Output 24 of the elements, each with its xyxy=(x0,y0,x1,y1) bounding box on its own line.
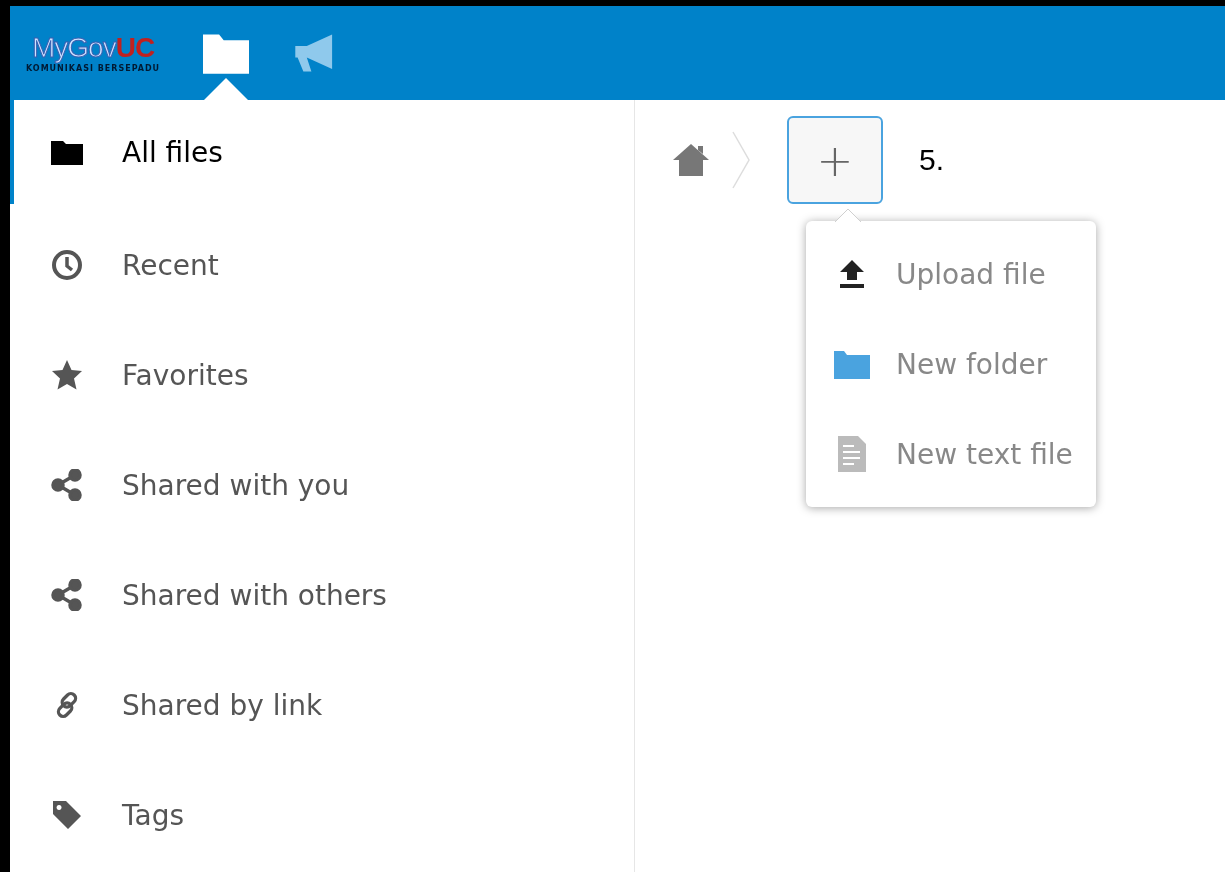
sidebar-item[interactable]: Shared by link xyxy=(10,650,634,760)
sidebar-item[interactable]: All files xyxy=(10,100,634,204)
folder-icon xyxy=(50,139,84,165)
breadcrumb-separator-icon xyxy=(731,130,751,190)
share-icon xyxy=(50,469,84,501)
new-button[interactable]: + xyxy=(787,116,883,204)
tag-icon xyxy=(50,799,84,831)
sidebar-item[interactable]: Tags xyxy=(10,760,634,870)
clock-icon xyxy=(50,249,84,281)
sidebar-item[interactable]: Favorites xyxy=(10,320,634,430)
selected-indicator xyxy=(204,78,249,100)
sidebar-item[interactable]: Shared with you xyxy=(10,430,634,540)
sidebar-item[interactable]: Recent xyxy=(10,210,634,320)
folder-icon xyxy=(834,348,870,380)
folder-icon xyxy=(203,32,250,74)
step-annotation: 5. xyxy=(919,143,945,177)
menu-item[interactable]: New text file xyxy=(806,409,1096,499)
share-icon xyxy=(50,579,84,611)
home-icon[interactable] xyxy=(671,142,711,178)
logo: MyGovUC KOMUNIKASI BERSEPADU xyxy=(26,33,161,73)
menu-item[interactable]: Upload file xyxy=(806,229,1096,319)
star-icon xyxy=(50,359,84,391)
sidebar-item[interactable]: Shared with others xyxy=(10,540,634,650)
menu-item[interactable]: New folder xyxy=(806,319,1096,409)
